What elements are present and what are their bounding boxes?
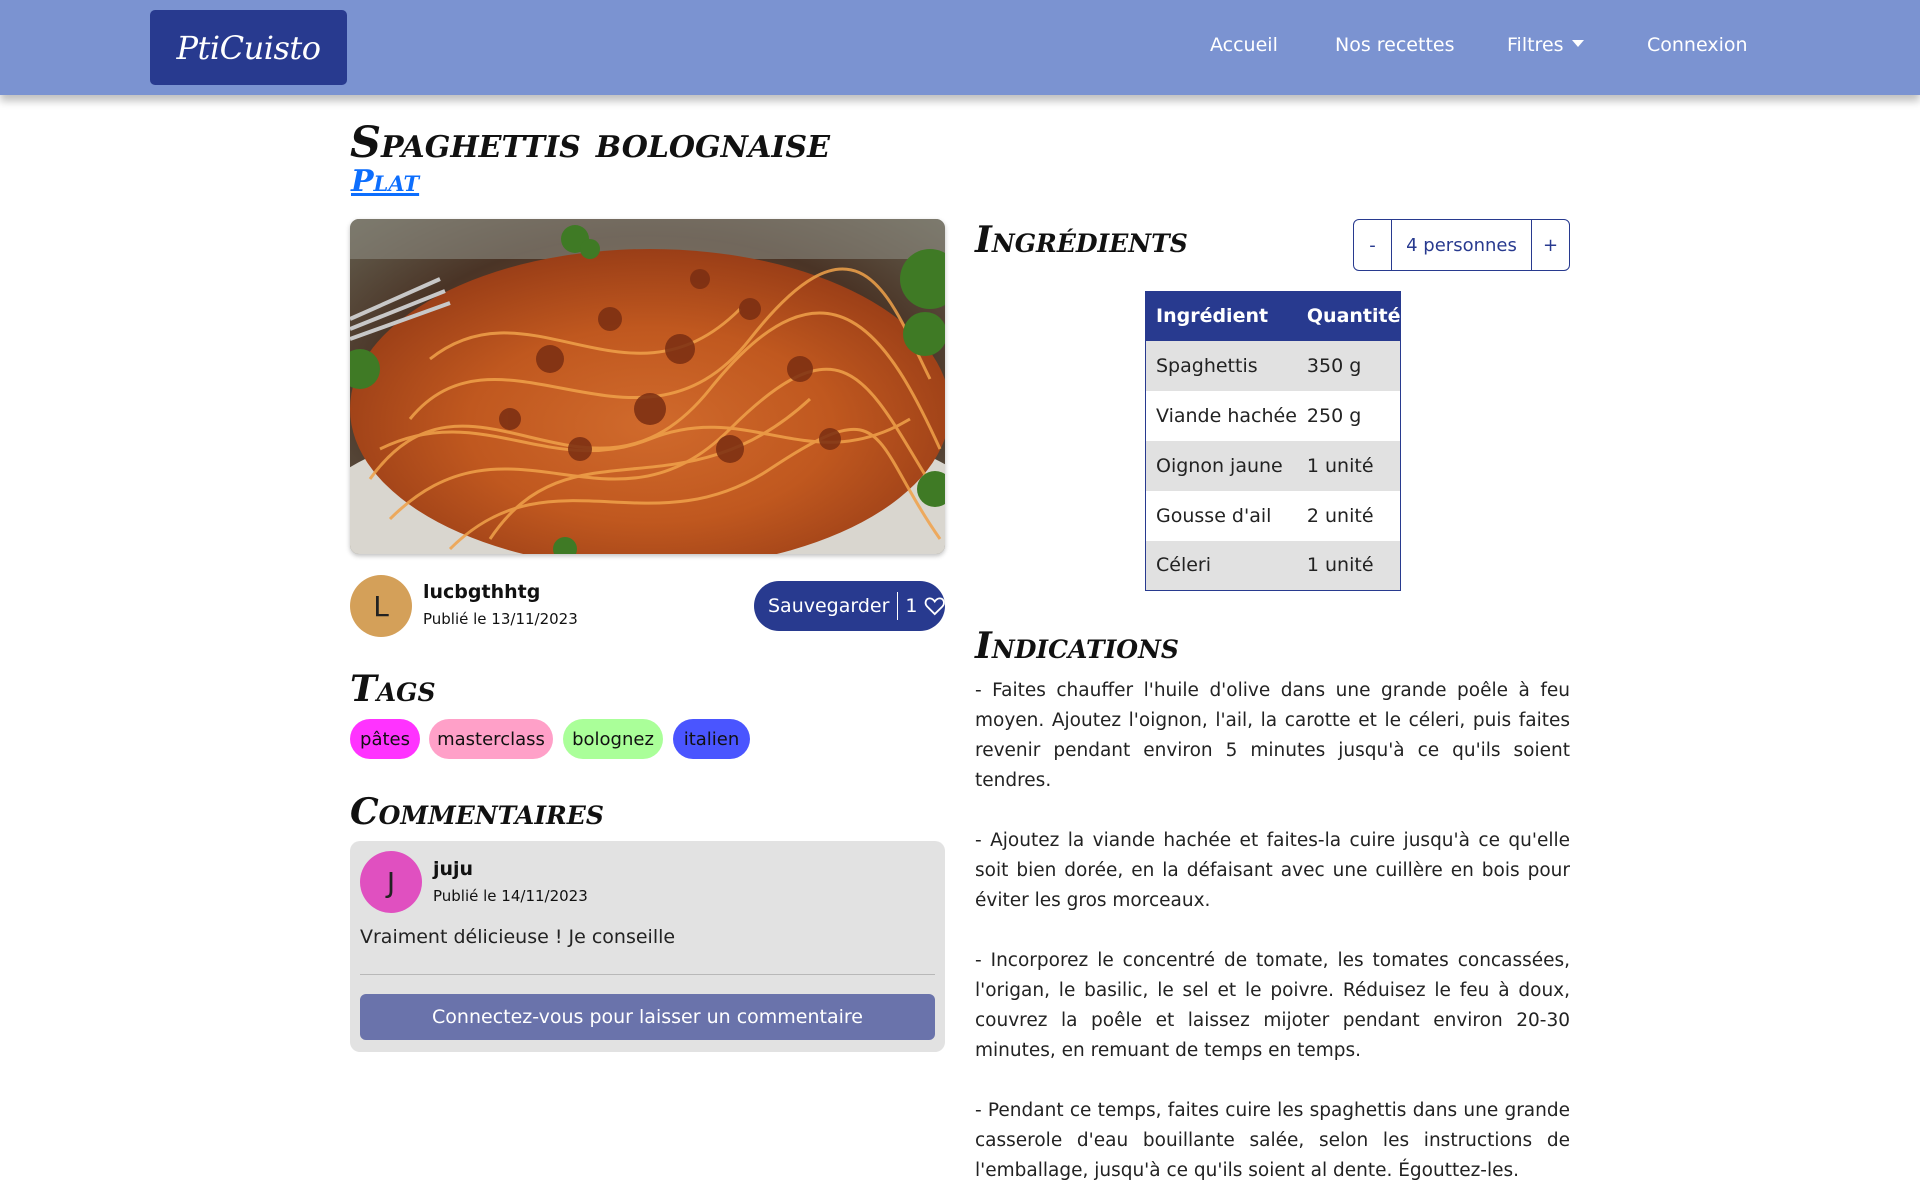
ingredient-name: Gousse d'ail xyxy=(1145,490,1297,541)
indications-list: - Faites chauffer l'huile d'olive dans u… xyxy=(975,676,1570,1201)
author-name[interactable]: lucbgthhtg xyxy=(423,581,540,603)
nav-link-accueil[interactable]: Accueil xyxy=(1210,34,1278,56)
comment-divider xyxy=(360,974,935,975)
servings-stepper: - 4 personnes + xyxy=(1353,219,1570,271)
comment-text: Vraiment délicieuse ! Je conseille xyxy=(360,926,676,948)
ingredient-quantity: 250 g xyxy=(1296,390,1401,441)
table-header-row: Ingrédient Quantité xyxy=(1145,291,1401,341)
tag-masterclass[interactable]: masterclass xyxy=(429,719,553,759)
nav-link-filtres-label: Filtres xyxy=(1507,34,1564,56)
nav-link-recettes[interactable]: Nos recettes xyxy=(1335,34,1454,56)
ingredient-name: Céleri xyxy=(1145,540,1297,591)
commenter-name[interactable]: juju xyxy=(433,858,473,880)
ingredients-table: Ingrédient Quantité Spaghettis 350 g Via… xyxy=(1145,291,1402,591)
table-row: Viande hachée 250 g xyxy=(1145,390,1401,441)
indication-step: - Ajoutez la viande hachée et faites-la … xyxy=(975,830,1570,911)
nav-dropdown-filtres[interactable]: Filtres xyxy=(1507,34,1584,56)
save-button[interactable]: Sauvegarder 1 xyxy=(754,581,945,631)
column-header-quantity: Quantité xyxy=(1296,291,1401,341)
ingredient-name: Spaghettis xyxy=(1145,340,1297,391)
ingredient-name: Oignon jaune xyxy=(1145,440,1297,491)
indications-heading: Indications xyxy=(975,625,1179,667)
author-avatar: L xyxy=(350,575,412,637)
comment-date: Publié le 14/11/2023 xyxy=(433,887,588,905)
table-row: Spaghettis 350 g xyxy=(1145,340,1401,391)
recipe-title: Spaghettis bolognaise xyxy=(350,118,830,168)
tag-bolognez[interactable]: bolognez xyxy=(563,719,663,759)
comments-heading: Commentaires xyxy=(350,791,604,833)
navbar: PtiCuisto Accueil Nos recettes Filtres C… xyxy=(0,0,1920,95)
indication-step: - Faites chauffer l'huile d'olive dans u… xyxy=(975,680,1570,791)
table-row: Gousse d'ail 2 unité xyxy=(1145,490,1401,541)
ingredient-quantity: 1 unité xyxy=(1296,540,1401,591)
commenter-avatar: J xyxy=(360,851,422,913)
ingredients-heading: Ingrédients xyxy=(975,219,1188,261)
servings-decrease-button[interactable]: - xyxy=(1354,220,1391,270)
like-count: 1 xyxy=(905,595,918,617)
ingredient-quantity: 2 unité xyxy=(1296,490,1401,541)
column-header-ingredient: Ingrédient xyxy=(1145,291,1297,341)
tag-pates[interactable]: pâtes xyxy=(350,719,420,759)
tag-italien[interactable]: italien xyxy=(673,719,750,759)
spaghetti-image xyxy=(350,219,945,554)
table-row: Oignon jaune 1 unité xyxy=(1145,440,1401,491)
save-button-label: Sauvegarder xyxy=(768,595,890,617)
save-button-separator xyxy=(897,592,899,620)
ingredient-quantity: 350 g xyxy=(1296,340,1401,391)
indication-step: - Incorporez le concentré de tomate, les… xyxy=(975,950,1570,1061)
ingredient-name: Viande hachée xyxy=(1145,390,1297,441)
author-publish-date: Publié le 13/11/2023 xyxy=(423,610,578,628)
recipe-photo xyxy=(350,219,945,554)
ingredient-quantity: 1 unité xyxy=(1296,440,1401,491)
tags-heading: Tags xyxy=(350,668,436,710)
recipe-category-link[interactable]: Plat xyxy=(351,164,419,199)
servings-increase-button[interactable]: + xyxy=(1532,220,1569,270)
heart-icon xyxy=(924,597,945,616)
brand-logo[interactable]: PtiCuisto xyxy=(150,10,347,85)
chevron-down-icon xyxy=(1571,40,1584,47)
table-row: Céleri 1 unité xyxy=(1145,540,1401,591)
login-to-comment-button[interactable]: Connectez-vous pour laisser un commentai… xyxy=(360,994,935,1040)
servings-value: 4 personnes xyxy=(1391,220,1532,270)
nav-link-connexion[interactable]: Connexion xyxy=(1647,34,1748,56)
indication-step: - Pendant ce temps, faites cuire les spa… xyxy=(975,1100,1570,1181)
